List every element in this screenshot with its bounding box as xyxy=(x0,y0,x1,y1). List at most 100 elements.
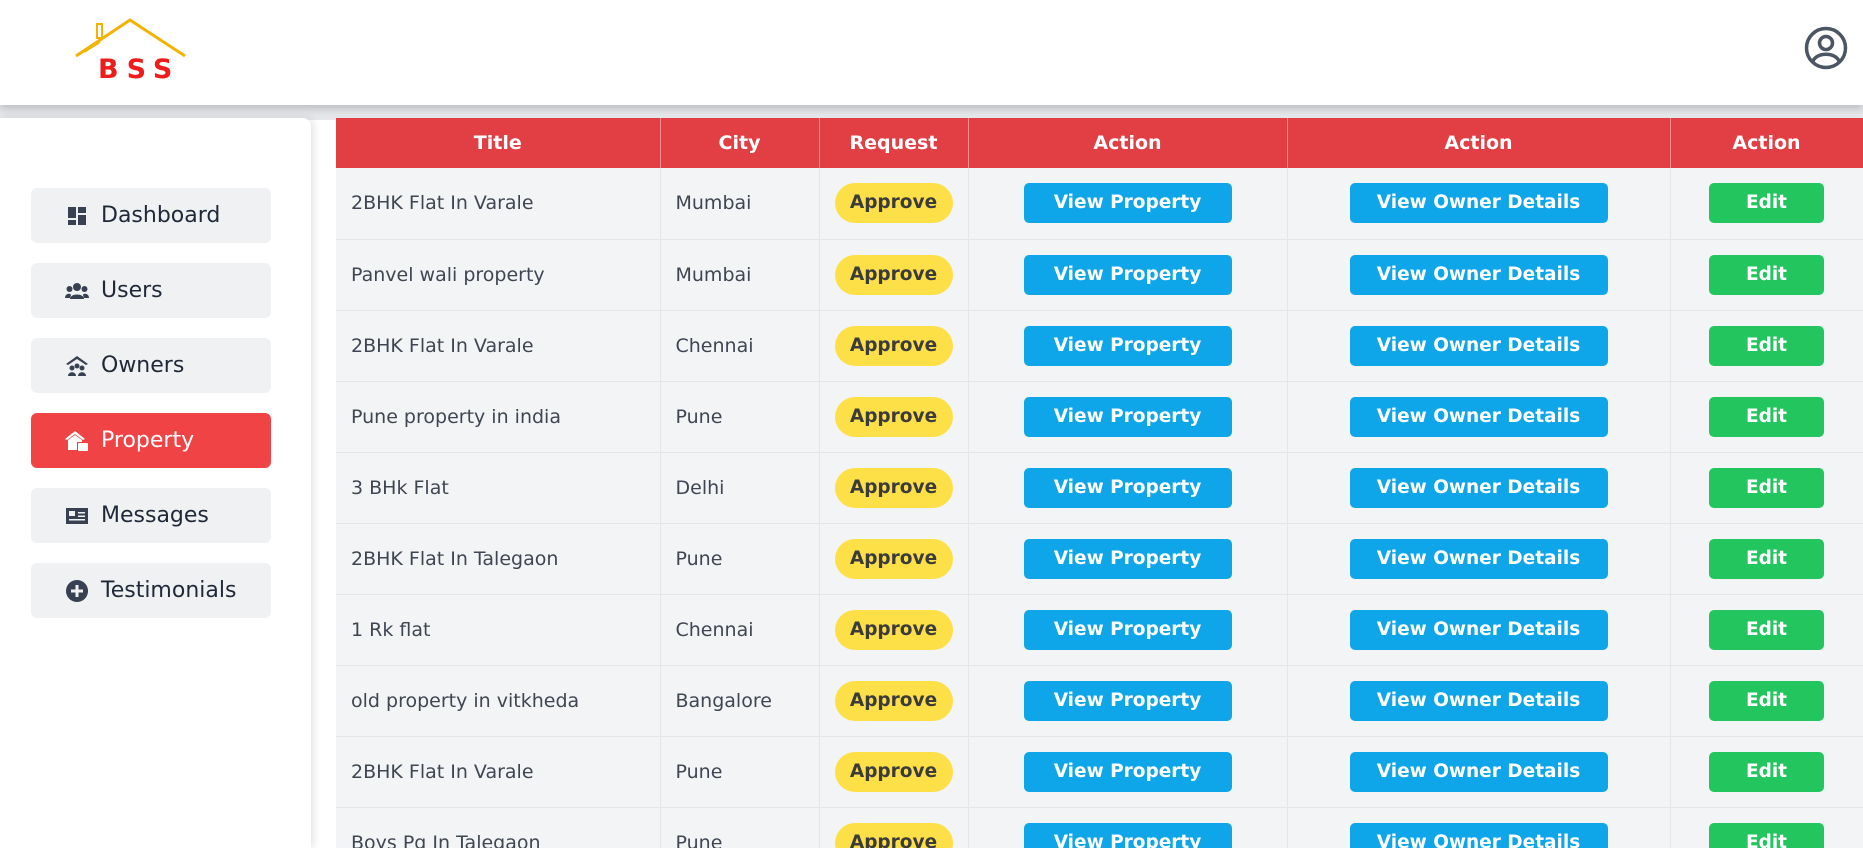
sidebar-item-owners[interactable]: Owners xyxy=(31,338,271,393)
property-city-cell: Chennai xyxy=(660,310,820,382)
approve-button[interactable]: Approve xyxy=(834,325,953,366)
property-icon xyxy=(65,429,89,453)
property-city-cell: Delhi xyxy=(660,452,820,524)
approve-button[interactable]: Approve xyxy=(834,680,953,721)
property-table: Title City Request Action Action Action … xyxy=(336,118,1863,848)
top-header: BSS xyxy=(0,0,1863,105)
edit-button[interactable]: Edit xyxy=(1709,609,1824,650)
view-owner-details-button[interactable]: View Owner Details xyxy=(1349,183,1608,224)
column-header-title: Title xyxy=(336,118,661,168)
plus-circle-icon xyxy=(65,579,89,603)
user-circle-icon xyxy=(1804,26,1848,70)
property-city-cell: Pune xyxy=(660,736,820,808)
column-header-action: Action xyxy=(968,118,1288,168)
sidebar-item-dashboard[interactable]: Dashboard xyxy=(31,188,271,243)
property-title-cell: 2BHK Flat In Varale xyxy=(336,736,661,808)
view-owner-details-button[interactable]: View Owner Details xyxy=(1349,538,1608,579)
view-property-button[interactable]: View Property xyxy=(1023,609,1232,650)
messages-icon xyxy=(65,504,89,528)
bss-logo[interactable]: BSS xyxy=(74,16,208,86)
approve-button[interactable]: Approve xyxy=(834,538,953,579)
logo-text: BSS xyxy=(98,54,181,85)
profile-button[interactable] xyxy=(1804,26,1848,70)
sidebar-item-label: Property xyxy=(101,428,195,453)
table-row: old property in vitkheda Bangalore Appro… xyxy=(336,665,1863,737)
table-row: 2BHK Flat In Varale Pune Approve View Pr… xyxy=(336,736,1863,808)
property-title-cell: 2BHK Flat In Varale xyxy=(336,168,661,240)
table-row: 2BHK Flat In Varale Chennai Approve View… xyxy=(336,310,1863,382)
dashboard-icon xyxy=(65,204,89,228)
column-header-action: Action xyxy=(1670,118,1863,168)
edit-button[interactable]: Edit xyxy=(1709,183,1824,224)
edit-button[interactable]: Edit xyxy=(1709,822,1824,848)
view-property-button[interactable]: View Property xyxy=(1023,183,1232,224)
approve-button[interactable]: Approve xyxy=(834,467,953,508)
property-city-cell: Pune xyxy=(660,807,820,848)
edit-button[interactable]: Edit xyxy=(1709,396,1824,437)
sidebar-item-users[interactable]: Users xyxy=(31,263,271,318)
table-row: 2BHK Flat In Varale Mumbai Approve View … xyxy=(336,168,1863,240)
owners-icon xyxy=(65,354,89,378)
view-property-button[interactable]: View Property xyxy=(1023,751,1232,792)
table-row: 3 BHk Flat Delhi Approve View Property V… xyxy=(336,452,1863,524)
view-owner-details-button[interactable]: View Owner Details xyxy=(1349,751,1608,792)
view-property-button[interactable]: View Property xyxy=(1023,538,1232,579)
column-header-city: City xyxy=(660,118,820,168)
approve-button[interactable]: Approve xyxy=(834,396,953,437)
sidebar: Dashboard Users Owners Property Messages… xyxy=(0,118,311,848)
edit-button[interactable]: Edit xyxy=(1709,751,1824,792)
approve-button[interactable]: Approve xyxy=(834,254,953,295)
sidebar-item-label: Testimonials xyxy=(101,578,237,603)
property-city-cell: Pune xyxy=(660,523,820,595)
column-header-action: Action xyxy=(1287,118,1671,168)
property-table-area: Title City Request Action Action Action … xyxy=(336,118,1863,848)
users-icon xyxy=(65,279,89,303)
sidebar-item-testimonials[interactable]: Testimonials xyxy=(31,563,271,618)
table-row: Pune property in india Pune Approve View… xyxy=(336,381,1863,453)
property-title-cell: Panvel wali property xyxy=(336,239,661,311)
view-owner-details-button[interactable]: View Owner Details xyxy=(1349,254,1608,295)
edit-button[interactable]: Edit xyxy=(1709,538,1824,579)
view-owner-details-button[interactable]: View Owner Details xyxy=(1349,325,1608,366)
table-row: 2BHK Flat In Talegaon Pune Approve View … xyxy=(336,523,1863,595)
property-title-cell: 1 Rk flat xyxy=(336,594,661,666)
view-owner-details-button[interactable]: View Owner Details xyxy=(1349,609,1608,650)
property-title-cell: Boys Pg In Talegaon xyxy=(336,807,661,848)
view-property-button[interactable]: View Property xyxy=(1023,254,1232,295)
view-owner-details-button[interactable]: View Owner Details xyxy=(1349,822,1608,848)
approve-button[interactable]: Approve xyxy=(834,183,953,224)
approve-button[interactable]: Approve xyxy=(834,822,953,848)
view-property-button[interactable]: View Property xyxy=(1023,467,1232,508)
view-owner-details-button[interactable]: View Owner Details xyxy=(1349,467,1608,508)
view-property-button[interactable]: View Property xyxy=(1023,680,1232,721)
table-row: Boys Pg In Talegaon Pune Approve View Pr… xyxy=(336,807,1863,848)
property-title-cell: 3 BHk Flat xyxy=(336,452,661,524)
approve-button[interactable]: Approve xyxy=(834,609,953,650)
sidebar-item-label: Users xyxy=(101,278,163,303)
column-header-request: Request xyxy=(819,118,969,168)
view-property-button[interactable]: View Property xyxy=(1023,325,1232,366)
sidebar-item-property[interactable]: Property xyxy=(31,413,271,468)
edit-button[interactable]: Edit xyxy=(1709,325,1824,366)
view-property-button[interactable]: View Property xyxy=(1023,822,1232,848)
property-city-cell: Bangalore xyxy=(660,665,820,737)
property-title-cell: 2BHK Flat In Varale xyxy=(336,310,661,382)
table-header-row: Title City Request Action Action Action xyxy=(336,118,1863,168)
approve-button[interactable]: Approve xyxy=(834,751,953,792)
sidebar-item-label: Dashboard xyxy=(101,203,221,228)
property-city-cell: Mumbai xyxy=(660,168,820,240)
edit-button[interactable]: Edit xyxy=(1709,680,1824,721)
view-property-button[interactable]: View Property xyxy=(1023,396,1232,437)
sidebar-item-label: Owners xyxy=(101,353,185,378)
table-row: Panvel wali property Mumbai Approve View… xyxy=(336,239,1863,311)
view-owner-details-button[interactable]: View Owner Details xyxy=(1349,680,1608,721)
property-title-cell: Pune property in india xyxy=(336,381,661,453)
property-city-cell: Mumbai xyxy=(660,239,820,311)
sidebar-item-messages[interactable]: Messages xyxy=(31,488,271,543)
property-city-cell: Pune xyxy=(660,381,820,453)
edit-button[interactable]: Edit xyxy=(1709,467,1824,508)
property-title-cell: old property in vitkheda xyxy=(336,665,661,737)
edit-button[interactable]: Edit xyxy=(1709,254,1824,295)
view-owner-details-button[interactable]: View Owner Details xyxy=(1349,396,1608,437)
sidebar-item-label: Messages xyxy=(101,503,209,528)
